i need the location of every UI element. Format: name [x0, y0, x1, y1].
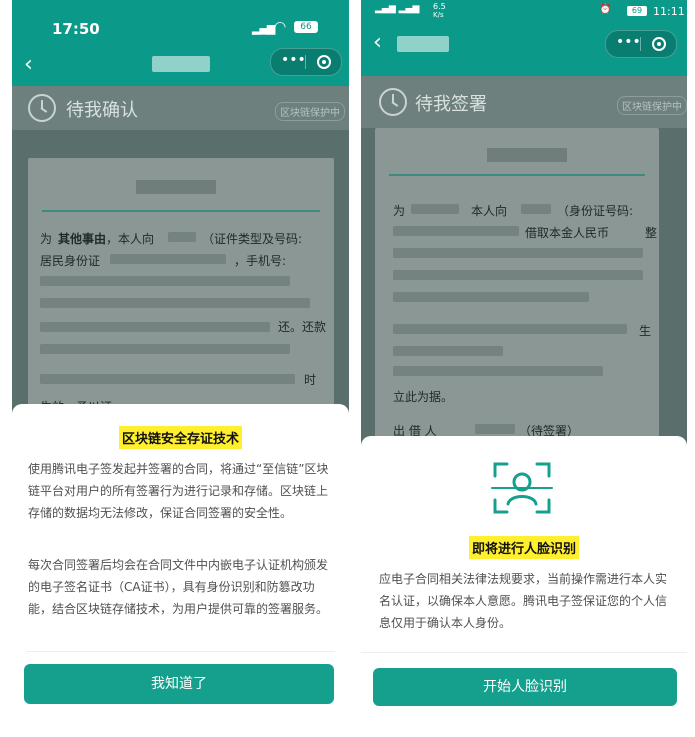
face-scan-icon: [491, 462, 553, 514]
doc-line-7: 时: [304, 373, 317, 387]
redacted-line: [40, 298, 310, 308]
contract-paper: 为 其他事由 ，本人向 （证件类型及号码: 居民身份证 ，手机号: 还。还款 时…: [28, 158, 334, 418]
status-bar: ▂▄▆ ▂▄▆ 6.5 K/s ⏰ 69 11:11: [361, 0, 687, 24]
redacted-line: [393, 270, 643, 280]
more-icon[interactable]: •••: [281, 52, 306, 68]
more-icon[interactable]: •••: [616, 34, 641, 50]
status-time: 11:11: [653, 5, 685, 18]
sheet-paragraph-1: 使用腾讯电子签发起并签署的合同，将通过“至信链”区块链平台对用户的所有签署行为进…: [28, 462, 329, 520]
nav-title-redacted: [152, 56, 210, 72]
doc-line-1a: 为: [393, 204, 406, 218]
sheet-title: 即将进行人脸识别: [361, 536, 687, 559]
wifi-icon: ◠: [274, 19, 287, 35]
title-divider: [389, 174, 645, 176]
redacted-line: [393, 248, 643, 258]
nav-bar: ‹ •••: [12, 46, 349, 86]
miniprogram-capsule[interactable]: •••: [605, 30, 677, 58]
start-face-recognition-button[interactable]: 开始人脸识别: [373, 668, 677, 706]
doc-header: 待我确认 区块链保护中: [12, 86, 349, 130]
redacted-name: [521, 204, 551, 214]
right-phone-screen: ▂▄▆ ▂▄▆ 6.5 K/s ⏰ 69 11:11 ‹ ••• 待我签署 区块…: [361, 0, 687, 716]
capsule-divider: [640, 37, 641, 51]
redacted-id: [110, 254, 226, 264]
sheet-title: 区块链安全存证技术: [12, 426, 349, 449]
status-bar: 17:50 ▂▄▆ ◠ 66: [12, 0, 349, 46]
redacted-line: [393, 226, 519, 236]
clock-icon: [28, 94, 56, 122]
doc-header: 待我签署 区块链保护中: [361, 76, 687, 128]
battery-icon: 69: [627, 6, 647, 16]
signal-icon: ▂▄▆: [252, 22, 275, 35]
doc-line-1c: ，本人向: [106, 232, 155, 246]
left-phone-screen: 17:50 ▂▄▆ ◠ 66 ‹ ••• 待我确认 区块链保护中 为 其他事由 …: [12, 0, 349, 722]
doc-line-1b: 本人向: [471, 204, 508, 218]
alarm-icon: ⏰: [599, 4, 612, 15]
net-speed-unit: K/s: [433, 11, 444, 19]
sheet-paragraph: 应电子合同相关法律法规要求，当前操作需进行本人实名认证，以确保本人意愿。腾讯电子…: [379, 572, 668, 630]
signal-icon: ▂▄▆ ▂▄▆: [375, 4, 420, 14]
redacted-line: [393, 366, 603, 376]
redacted-line: [393, 324, 627, 334]
doc-status-title: 待我签署: [415, 94, 487, 115]
title-divider: [42, 210, 320, 212]
clock-icon: [379, 88, 407, 116]
redacted-line: [393, 292, 589, 302]
doc-line-2b: ，手机号:: [234, 254, 287, 268]
sheet-paragraph-2: 每次合同签署后均会在合同文件中内嵌电子认证机构颁发的电子签名证书（CA证书），具…: [28, 558, 329, 616]
doc-status-title: 待我确认: [66, 100, 138, 121]
sheet-divider: [26, 651, 335, 652]
back-arrow-icon[interactable]: ‹: [373, 30, 382, 56]
doc-line-9: 立此为据。: [393, 390, 454, 404]
blockchain-info-sheet: 区块链安全存证技术 使用腾讯电子签发起并签署的合同，将通过“至信链”区块链平台对…: [12, 404, 349, 722]
capsule-divider: [305, 55, 306, 69]
redacted-line: [40, 344, 290, 354]
doc-line-2a: 居民身份证: [40, 254, 101, 268]
back-arrow-icon[interactable]: ‹: [24, 52, 33, 78]
doc-line-2b: 整: [645, 226, 658, 240]
doc-line-6: 生: [639, 324, 652, 338]
blockchain-badge: 区块链保护中: [617, 96, 687, 115]
redacted-line: [40, 276, 290, 286]
nav-title-redacted: [397, 36, 449, 52]
doc-line-1d: （证件类型及号码:: [202, 232, 303, 246]
doc-line-1b: 其他事由: [58, 232, 107, 246]
miniprogram-capsule[interactable]: •••: [270, 48, 342, 76]
redacted-name: [475, 424, 515, 434]
battery-icon: 66: [294, 21, 318, 33]
status-time: 17:50: [52, 20, 100, 38]
contract-title-redacted: [487, 148, 567, 162]
redacted-line: [393, 346, 503, 356]
doc-line-1a: 为: [40, 232, 53, 246]
acknowledge-button[interactable]: 我知道了: [24, 664, 334, 704]
doc-line-1c: （身份证号码:: [557, 204, 634, 218]
redacted-line: [40, 322, 270, 332]
nav-bar: ‹ •••: [361, 24, 687, 64]
contract-title-redacted: [136, 180, 216, 194]
sheet-divider: [361, 652, 687, 653]
net-speed: 6.5: [433, 2, 446, 11]
sheet-title-text: 即将进行人脸识别: [468, 536, 579, 559]
doc-line-2: 借取本金人民币: [525, 226, 610, 240]
redacted-name: [411, 204, 459, 214]
redacted-name: [168, 232, 196, 242]
blockchain-badge: 区块链保护中: [275, 102, 345, 121]
redacted-line: [40, 374, 295, 384]
close-miniprogram-icon[interactable]: [317, 55, 331, 69]
close-miniprogram-icon[interactable]: [652, 37, 666, 51]
doc-line-5: 还。还款: [278, 320, 327, 334]
contract-paper: 为 本人向 （身份证号码: 借取本金人民币 整 生 立此为据。 出 借 人 （待…: [375, 128, 659, 438]
face-recognition-sheet: 即将进行人脸识别 应电子合同相关法律法规要求，当前操作需进行本人实名认证，以确保…: [361, 436, 687, 716]
sheet-title-text: 区块链安全存证技术: [118, 426, 242, 449]
